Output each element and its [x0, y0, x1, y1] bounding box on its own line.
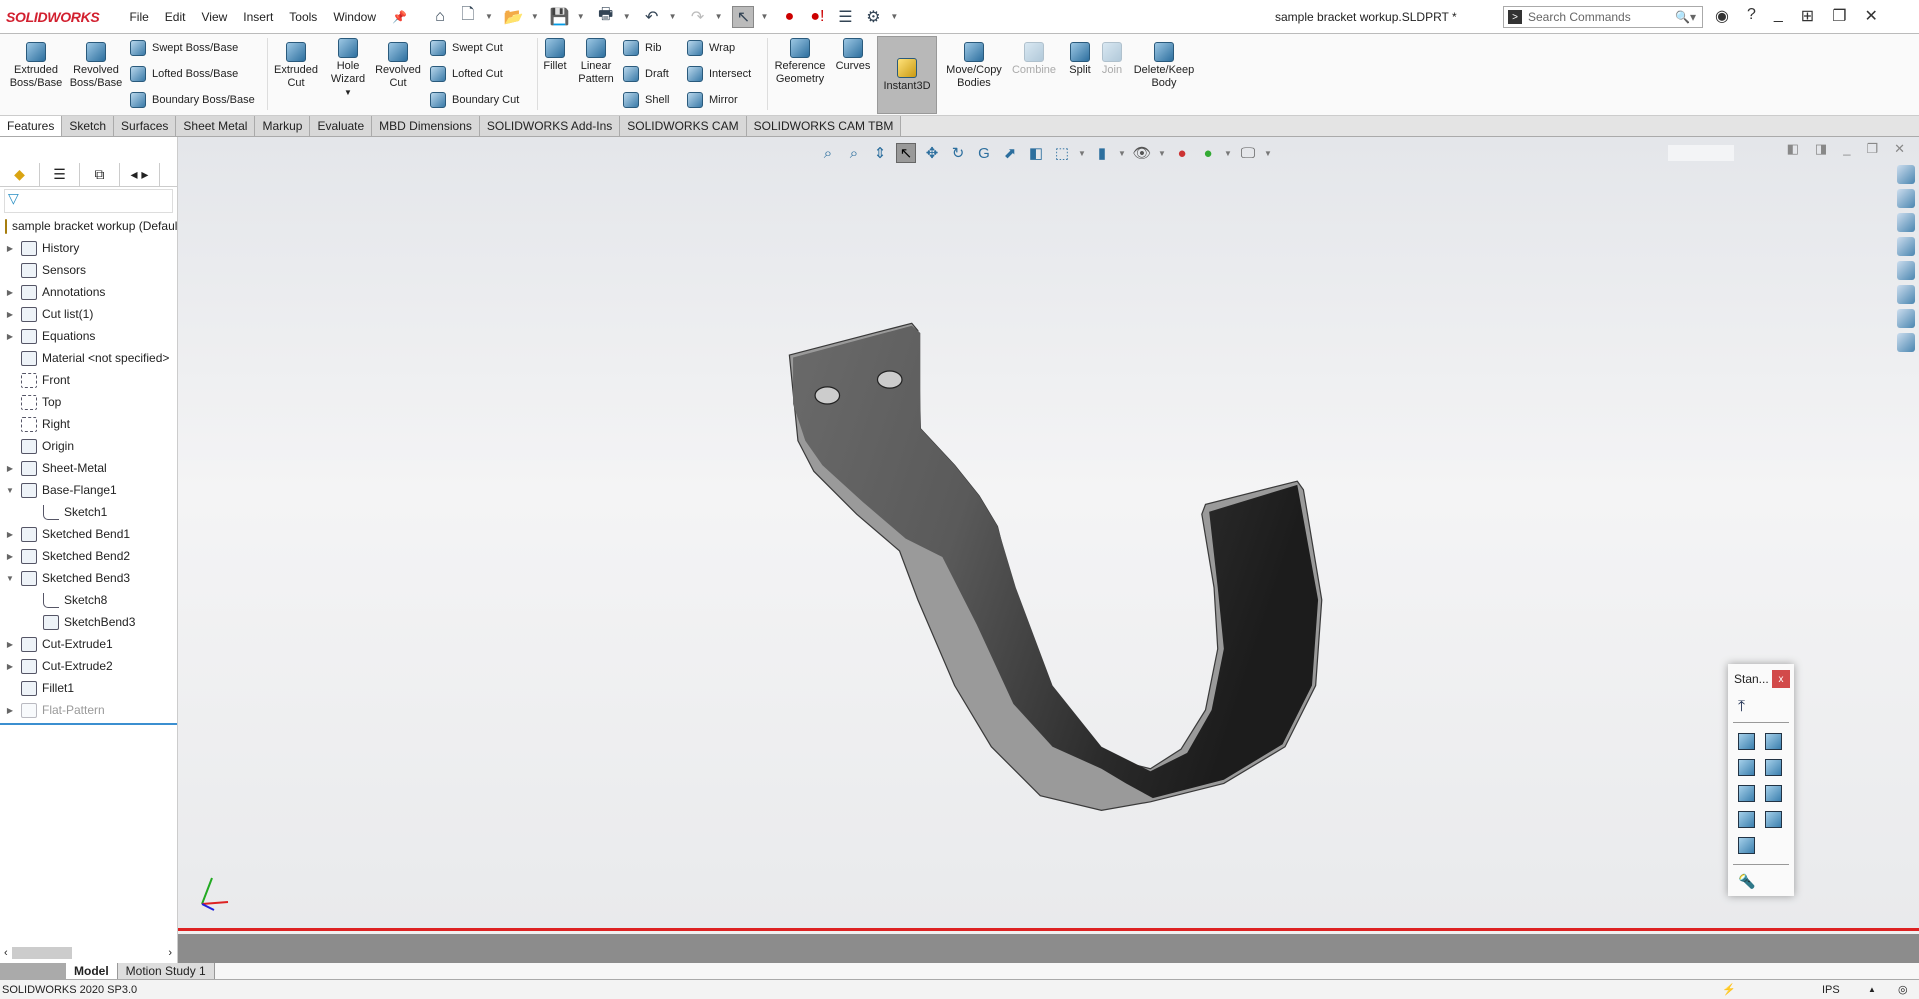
hole [814, 386, 841, 405]
status-bar: SOLIDWORKS 2020 SP3.0 ⚡ IPS ▲ ◎ [0, 980, 1919, 999]
normal-to-icon[interactable]: ⤒ [1728, 688, 1794, 716]
left-view-icon[interactable] [1738, 759, 1755, 776]
bottom-view-icon[interactable] [1765, 785, 1782, 802]
units-selector[interactable]: IPS [1822, 984, 1840, 996]
customize-status-icon[interactable]: ◎ [1898, 983, 1908, 996]
rebuild-status-icon[interactable]: ⚡ [1722, 983, 1736, 996]
tab-motion-study-1[interactable]: Motion Study 1 [117, 963, 215, 979]
dimetric-view-icon[interactable] [1738, 837, 1755, 854]
view-selector-icon[interactable]: 🔦 [1728, 871, 1794, 892]
graphics-bottom-area [178, 934, 1919, 963]
bracket-face [793, 325, 1319, 799]
isometric-view-icon[interactable] [1738, 811, 1755, 828]
popup-title: Stan... [1734, 672, 1769, 686]
close-popup-button[interactable]: x [1772, 670, 1790, 688]
version-label: SOLIDWORKS 2020 SP3.0 [2, 983, 138, 996]
back-view-icon[interactable] [1765, 733, 1782, 750]
trimetric-view-icon[interactable] [1765, 811, 1782, 828]
top-view-icon[interactable] [1738, 785, 1755, 802]
standard-views-popup: Stan... x ⤒ 🔦 [1728, 664, 1794, 896]
front-view-icon[interactable] [1738, 733, 1755, 750]
model-tabs: Model Motion Study 1 [0, 963, 1919, 980]
tab-model[interactable]: Model [66, 963, 118, 979]
bracket-model[interactable] [0, 0, 1919, 999]
hole [876, 370, 903, 389]
right-view-icon[interactable] [1765, 759, 1782, 776]
tab-scroll-buttons[interactable] [0, 963, 66, 979]
chevron-up-icon[interactable]: ▲ [1868, 985, 1876, 994]
